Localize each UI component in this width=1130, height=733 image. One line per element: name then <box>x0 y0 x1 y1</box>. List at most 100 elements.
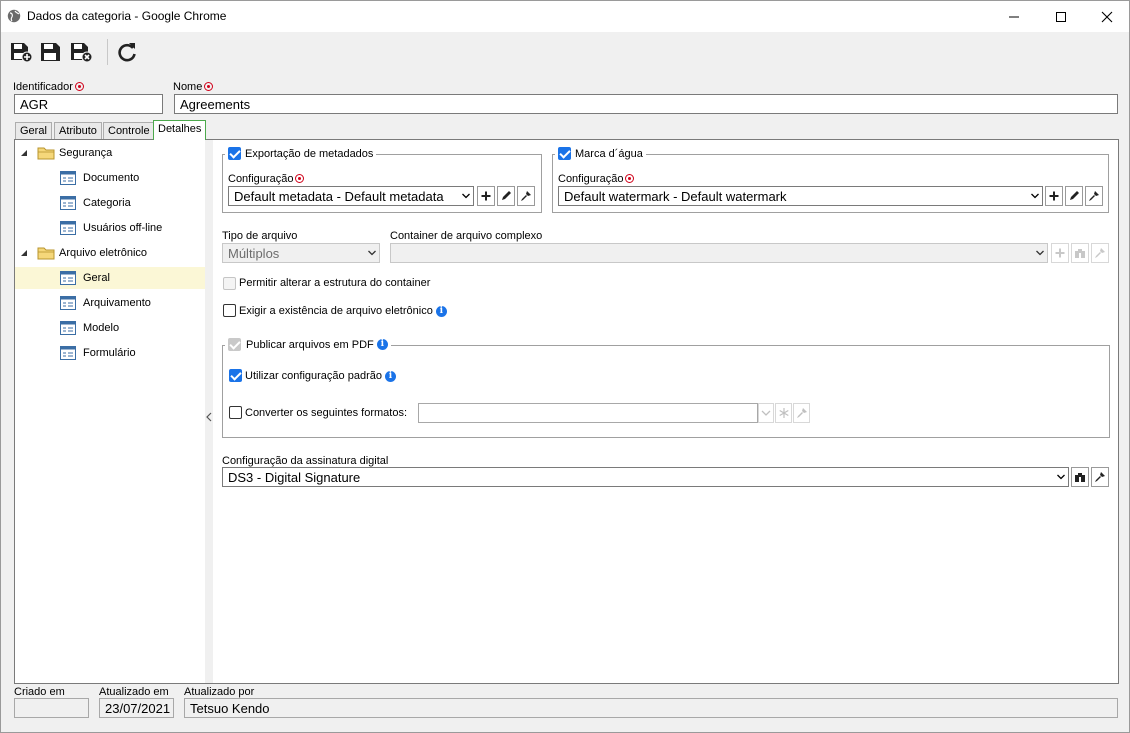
watermark-checkbox[interactable] <box>558 147 571 160</box>
toolbar-separator <box>107 39 108 65</box>
watermark-config-select[interactable]: Default watermark - Default watermark <box>558 186 1043 206</box>
nome-label: Nome <box>173 81 214 93</box>
metadata-config-label: Configuração <box>228 173 305 185</box>
close-icon <box>1101 11 1113 22</box>
metadata-add-button[interactable] <box>477 186 495 206</box>
converter-label: Converter os seguintes formatos: <box>245 407 408 419</box>
watermark-config-label: Configuração <box>558 173 635 185</box>
panel-splitter[interactable] <box>205 140 213 683</box>
metadata-config-select[interactable]: Default metadata - Default metadata <box>228 186 474 206</box>
watermark-legend: Marca d´água <box>555 147 646 160</box>
eraser-brush-icon <box>1095 248 1105 258</box>
folder-icon <box>37 147 55 160</box>
container-select <box>390 243 1048 263</box>
navigation-tree: Segurança Documento Categoria Usuários o… <box>15 140 205 683</box>
plus-icon <box>1055 248 1065 258</box>
info-icon[interactable]: i <box>376 339 388 350</box>
nome-label-text: Nome <box>173 81 203 93</box>
eraser-brush-icon <box>1089 191 1099 201</box>
toolbar <box>1 32 1129 72</box>
tree-item-formulario[interactable]: Formulário <box>15 342 205 364</box>
tab-controle[interactable]: Controle <box>103 122 155 139</box>
tree-item-label: Geral <box>83 272 110 284</box>
criado-em-label: Criado em <box>14 686 65 698</box>
converter-checkbox[interactable] <box>229 406 242 419</box>
collapse-triangle-icon <box>21 250 27 256</box>
tree-item-geral[interactable]: Geral <box>15 267 205 289</box>
identificador-field[interactable]: AGR <box>14 94 163 114</box>
utilizar-label: Utilizar configuração padrão i <box>245 370 396 382</box>
chevron-down-icon <box>1057 474 1065 480</box>
eraser-brush-icon <box>521 191 531 201</box>
watermark-edit-button[interactable] <box>1065 186 1083 206</box>
save-icon <box>41 43 60 61</box>
utilizar-checkbox[interactable] <box>229 369 242 382</box>
metadata-legend: Exportação de metadados <box>225 147 377 160</box>
form-icon <box>60 171 76 185</box>
binoculars-icon <box>1075 473 1085 482</box>
atualizado-em-label: Atualizado em <box>99 686 169 698</box>
pencil-icon <box>502 191 511 200</box>
identificador-label: Identificador <box>13 81 84 93</box>
form-icon <box>60 321 76 335</box>
maximize-icon <box>1056 11 1066 22</box>
tab-detalhes[interactable]: Detalhes <box>153 120 207 140</box>
plus-icon <box>1049 191 1059 201</box>
nome-field[interactable]: Agreements <box>174 94 1118 114</box>
converter-all-button <box>775 403 792 423</box>
chevron-down-icon <box>368 250 376 256</box>
tab-atributo[interactable]: Atributo <box>54 122 102 139</box>
signature-select[interactable]: DS3 - Digital Signature <box>222 467 1069 487</box>
tree-group-seguranca[interactable]: Segurança <box>19 142 205 164</box>
metadata-legend-text: Exportação de metadados <box>245 147 374 160</box>
save-close-icon <box>71 43 93 63</box>
save-button[interactable] <box>39 40 63 64</box>
form-icon <box>60 346 76 360</box>
metadata-config-label-text: Configuração <box>228 173 294 185</box>
binoculars-icon <box>1075 249 1085 258</box>
tree-item-documento[interactable]: Documento <box>15 167 205 189</box>
signature-search-button[interactable] <box>1071 467 1089 487</box>
metadata-edit-button[interactable] <box>497 186 515 206</box>
pdf-publish-checkbox <box>228 338 241 351</box>
tree-group-arquivo-eletronico[interactable]: Arquivo eletrônico <box>19 242 205 264</box>
exigir-label: Exigir a existência de arquivo eletrônic… <box>239 305 447 317</box>
tree-item-usuarios-offline[interactable]: Usuários off-line <box>15 217 205 239</box>
tree-item-categoria[interactable]: Categoria <box>15 192 205 214</box>
exigir-checkbox[interactable] <box>223 304 236 317</box>
metadata-export-checkbox[interactable] <box>228 147 241 160</box>
eraser-brush-icon <box>1095 472 1105 482</box>
identificador-label-text: Identificador <box>13 81 73 93</box>
save-and-new-button[interactable] <box>9 40 33 64</box>
form-icon <box>60 271 76 285</box>
tree-item-label: Documento <box>83 172 140 184</box>
tree-item-modelo[interactable]: Modelo <box>15 317 205 339</box>
metadata-clear-button[interactable] <box>517 186 535 206</box>
info-icon[interactable]: i <box>384 370 396 382</box>
tipo-arquivo-select: Múltiplos <box>222 243 380 263</box>
tree-item-label: Arquivamento <box>83 297 151 309</box>
save-and-close-button[interactable] <box>69 40 93 64</box>
plus-icon <box>481 191 491 201</box>
required-icon <box>204 82 214 91</box>
folder-icon <box>37 247 55 260</box>
signature-clear-button[interactable] <box>1091 467 1109 487</box>
permitir-checkbox <box>223 277 236 290</box>
container-label: Container de arquivo complexo <box>390 230 543 242</box>
required-icon <box>74 82 84 91</box>
chevron-left-icon[interactable] <box>206 412 212 422</box>
chrome-globe-icon <box>7 9 21 23</box>
close-window-button[interactable] <box>1084 1 1130 32</box>
maximize-button[interactable] <box>1038 1 1084 32</box>
watermark-config-label-text: Configuração <box>558 173 624 185</box>
form-icon <box>60 296 76 310</box>
tree-item-arquivamento[interactable]: Arquivamento <box>15 292 205 314</box>
app-window: Dados da categoria - Google Chrome Ident… <box>0 0 1130 733</box>
tab-geral[interactable]: Geral <box>15 122 52 139</box>
watermark-add-button[interactable] <box>1045 186 1063 206</box>
minimize-icon <box>1009 16 1019 17</box>
minimize-button[interactable] <box>991 1 1037 32</box>
info-icon[interactable]: i <box>435 305 447 317</box>
refresh-button[interactable] <box>115 40 139 64</box>
watermark-clear-button[interactable] <box>1085 186 1103 206</box>
